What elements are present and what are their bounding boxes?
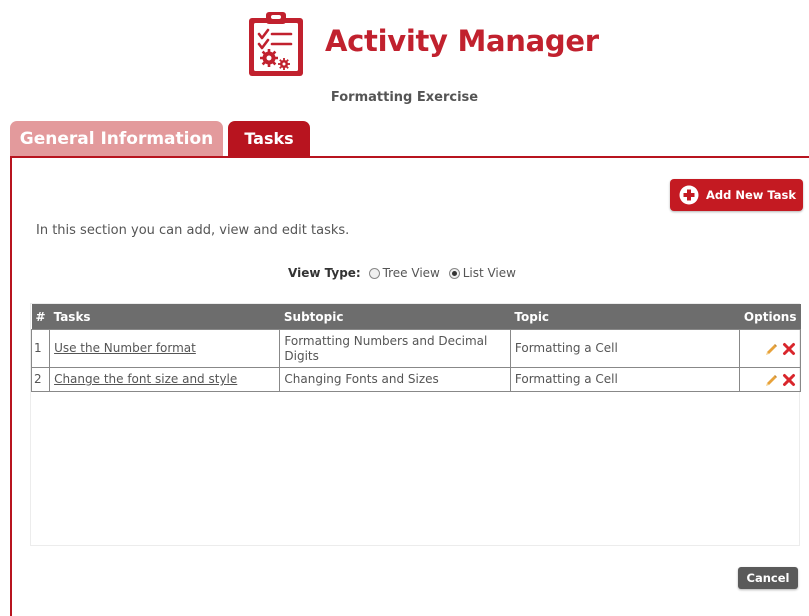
task-link[interactable]: Change the font size and style [54, 372, 237, 386]
app-title: Activity Manager [325, 24, 599, 58]
list-view-radio[interactable] [448, 268, 460, 279]
section-intro-text: In this section you can add, view and ed… [36, 223, 350, 238]
task-cell: Change the font size and style [49, 367, 281, 392]
subtopic-cell: Changing Fonts and Sizes [279, 367, 511, 392]
cancel-button[interactable]: Cancel [738, 567, 798, 589]
table-row: 1 Use the Number format Formatting Numbe… [30, 329, 801, 368]
view-type-label: View Type: [288, 266, 361, 280]
row-number: 1 [30, 329, 51, 368]
plus-circle-icon [679, 185, 699, 205]
pencil-icon[interactable] [764, 342, 778, 356]
column-header-tasks: Tasks [49, 304, 280, 330]
subtopic-cell: Formatting Numbers and Decimal Digits [279, 329, 511, 368]
table-header-row: # Tasks Subtopic Topic Options [31, 304, 801, 330]
tree-view-radio[interactable] [368, 268, 380, 279]
topic-cell: Formatting a Cell [509, 367, 741, 392]
view-type-selector: View Type: Tree View List View [0, 266, 809, 280]
column-header-options: Options [739, 304, 801, 330]
options-cell [739, 367, 801, 392]
column-header-number: # [31, 304, 50, 330]
column-header-subtopic: Subtopic [279, 304, 511, 330]
tree-view-label[interactable]: Tree View [383, 266, 440, 280]
app-header: Activity Manager Formatting Exercise [0, 0, 809, 115]
task-link[interactable]: Use the Number format [54, 341, 196, 355]
list-view-label[interactable]: List View [463, 266, 516, 280]
tab-tasks[interactable]: Tasks [228, 121, 310, 157]
task-cell: Use the Number format [49, 329, 281, 368]
options-cell [739, 329, 801, 368]
add-new-task-button[interactable]: Add New Task [670, 179, 803, 211]
tasks-table: # Tasks Subtopic Topic Options 1 Use the… [30, 304, 801, 392]
pencil-icon[interactable] [764, 373, 778, 387]
topic-cell: Formatting a Cell [509, 329, 741, 368]
delete-x-icon[interactable] [782, 342, 796, 356]
row-number: 2 [30, 367, 51, 392]
add-new-task-label: Add New Task [706, 188, 797, 202]
page-subtitle: Formatting Exercise [330, 90, 479, 105]
tasks-table-container: # Tasks Subtopic Topic Options 1 Use the… [30, 303, 801, 546]
clipboard-gear-icon [249, 12, 303, 76]
column-header-topic: Topic [510, 304, 740, 330]
delete-x-icon[interactable] [782, 373, 796, 387]
table-row: 2 Change the font size and style Changin… [30, 367, 801, 392]
tab-general-information[interactable]: General Information [10, 121, 223, 157]
